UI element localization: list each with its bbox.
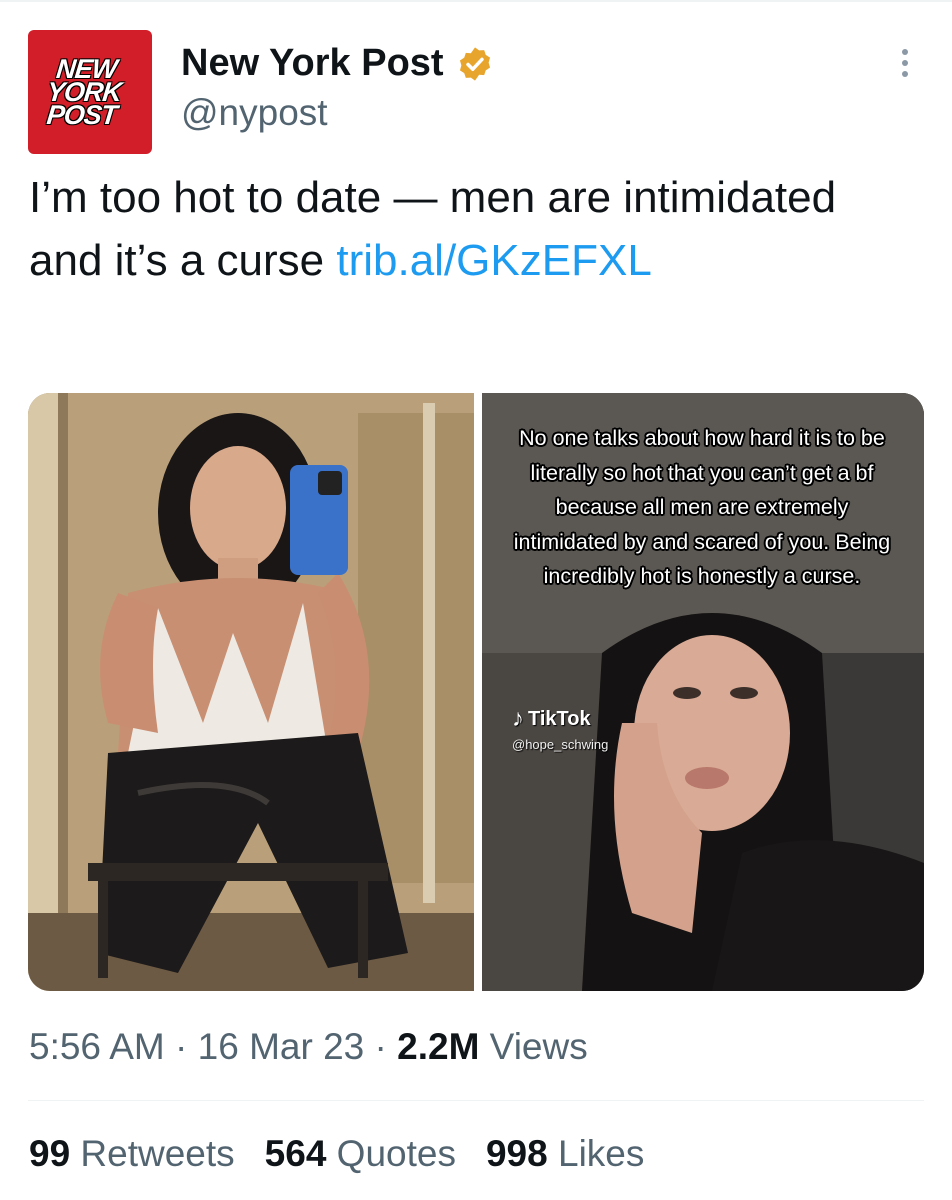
photo-tiktok-screenshot[interactable]: No one talks about how hard it is to be … (482, 393, 924, 991)
tweet-time[interactable]: 5:56 AM (29, 1026, 165, 1067)
retweets-label: Retweets (70, 1133, 235, 1174)
meta-separator: · (364, 1026, 398, 1067)
avatar[interactable]: NEW YORK POST (28, 30, 152, 154)
photo-selfie-illustration (28, 393, 474, 991)
meta-separator: · (164, 1026, 198, 1067)
more-options-icon[interactable] (893, 46, 917, 86)
tweet-link[interactable]: trib.al/GKzEFXL (336, 236, 651, 285)
avatar-logo-text: NEW YORK POST (45, 53, 123, 130)
top-divider (0, 0, 952, 2)
account-handle[interactable]: @nypost (181, 92, 328, 134)
meta-divider (28, 1100, 924, 1101)
tiktok-label: TikTok (528, 707, 591, 730)
tiktok-handle: @hope_schwing (512, 737, 609, 752)
tweet-date[interactable]: 16 Mar 23 (198, 1026, 365, 1067)
engagement-stats: 99 Retweets 564 Quotes 998 Likes (29, 1133, 644, 1175)
retweets-count: 99 (29, 1133, 71, 1174)
tiktok-watermark: ♪ TikTok (512, 705, 591, 733)
quotes-label: Quotes (326, 1133, 456, 1174)
display-name-row[interactable]: New York Post (181, 42, 494, 85)
tweet-text: I’m too hot to date — men are intimidate… (29, 166, 909, 292)
media-grid[interactable]: No one talks about how hard it is to be … (28, 393, 924, 991)
verified-badge-icon (459, 46, 490, 81)
retweets-stat[interactable]: 99 Retweets (29, 1133, 235, 1175)
tiktok-icon: ♪ (512, 705, 524, 732)
likes-label: Likes (547, 1133, 645, 1174)
photo-selfie[interactable] (28, 393, 474, 991)
quotes-stat[interactable]: 564 Quotes (265, 1133, 456, 1175)
views-count: 2.2M (397, 1026, 480, 1067)
tweet-meta: 5:56 AM · 16 Mar 23 · 2.2M Views (29, 1026, 588, 1068)
likes-stat[interactable]: 998 Likes (486, 1133, 644, 1175)
views-label: Views (479, 1026, 588, 1067)
quotes-count: 564 (264, 1133, 327, 1174)
likes-count: 998 (485, 1133, 548, 1174)
display-name[interactable]: New York Post (181, 42, 444, 85)
overlay-caption: No one talks about how hard it is to be … (513, 426, 891, 588)
